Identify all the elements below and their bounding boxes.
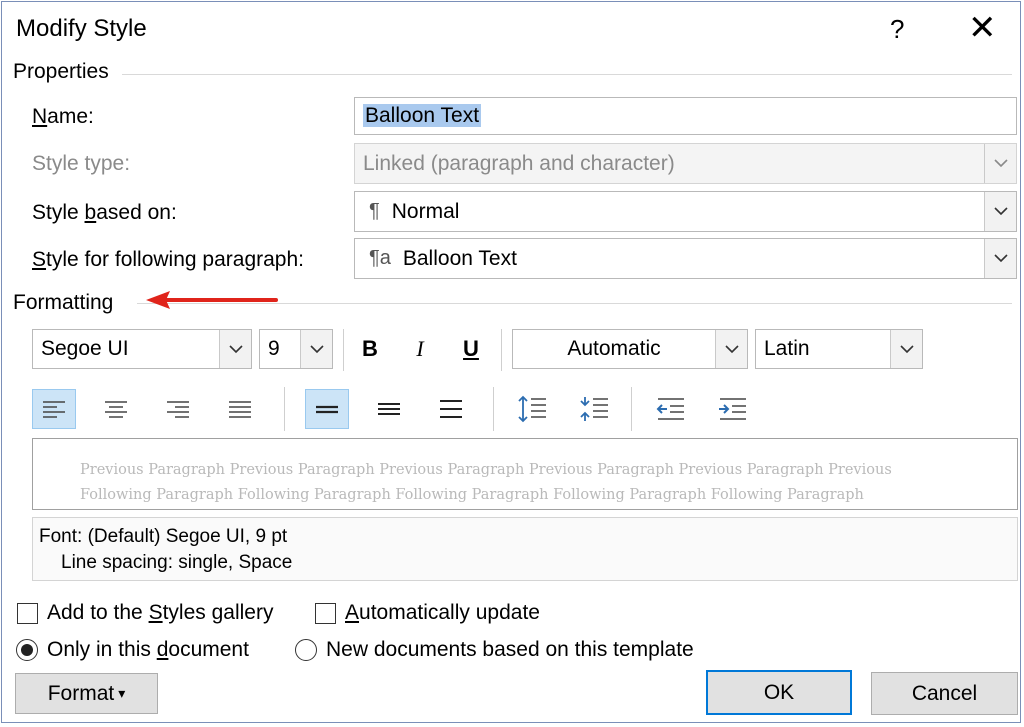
toolbar-separator xyxy=(501,329,502,371)
script-select[interactable]: Latin xyxy=(755,329,923,369)
format-button-label: Format xyxy=(47,681,115,705)
modify-style-dialog: Modify Style ? ✕ Properties Name: Balloo… xyxy=(1,1,1021,723)
chevron-down-icon[interactable] xyxy=(984,192,1016,231)
name-label-text: ame: xyxy=(47,105,94,128)
toolbar-separator xyxy=(343,329,344,371)
style-type-label: Style type: xyxy=(32,152,131,175)
based-on-label-accel: b xyxy=(84,201,97,224)
space-before-icon[interactable] xyxy=(510,389,554,429)
name-label: Name: xyxy=(32,105,94,129)
only-doc-label-pre: Only in this xyxy=(47,638,157,661)
increase-indent-icon[interactable] xyxy=(710,389,754,429)
format-button[interactable]: Format ▾ xyxy=(15,673,158,714)
only-this-document-radio[interactable] xyxy=(16,639,38,661)
based-on-label: Style based on: xyxy=(32,201,177,225)
align-left-icon[interactable] xyxy=(32,389,76,429)
font-color-select[interactable]: Automatic xyxy=(512,329,748,369)
toolbar-separator xyxy=(493,387,494,431)
description-font: Font: (Default) Segoe UI, 9 pt xyxy=(39,526,288,547)
paragraph-style-icon: ¶ xyxy=(369,200,380,222)
chevron-down-icon[interactable] xyxy=(984,239,1016,278)
cancel-button[interactable]: Cancel xyxy=(871,672,1018,715)
based-on-select[interactable]: ¶ Normal xyxy=(354,191,1017,232)
auto-update-label-accel: A xyxy=(345,601,360,624)
font-size-select[interactable]: 9 xyxy=(259,329,333,369)
based-on-value: Normal xyxy=(391,199,460,223)
preview-previous-paragraph: Previous Paragraph Previous Paragraph Pr… xyxy=(80,462,892,478)
only-this-document-label: Only in this document xyxy=(47,638,249,662)
chevron-down-icon[interactable] xyxy=(300,330,332,368)
only-doc-label-accel: d xyxy=(156,638,169,661)
following-label-rest: tyle for following paragraph: xyxy=(46,248,304,271)
chevron-down-icon: ▾ xyxy=(118,685,126,701)
justify-icon[interactable] xyxy=(218,389,262,429)
add-to-gallery-label-accel: S xyxy=(148,601,163,624)
decrease-indent-icon[interactable] xyxy=(648,389,692,429)
underline-button[interactable]: U xyxy=(455,333,487,365)
radio-selected-dot xyxy=(21,644,33,656)
chevron-down-icon[interactable] xyxy=(890,330,922,368)
auto-update-checkbox[interactable] xyxy=(315,602,336,624)
new-documents-label: New documents based on this template xyxy=(326,638,694,661)
based-on-label-rest: ased on: xyxy=(96,201,177,224)
properties-section-label: Properties xyxy=(13,60,109,83)
add-to-gallery-checkbox[interactable] xyxy=(17,602,38,624)
properties-divider xyxy=(122,74,1012,75)
help-button[interactable]: ? xyxy=(890,14,904,45)
auto-update-option[interactable]: Automatically update xyxy=(315,601,540,625)
name-input[interactable]: Balloon Text xyxy=(354,97,1017,135)
auto-update-label: Automatically update xyxy=(345,601,540,625)
description-spacing: Line spacing: single, Space xyxy=(61,552,293,573)
one-half-spacing-icon[interactable] xyxy=(367,389,411,429)
chevron-down-icon xyxy=(984,144,1016,183)
following-value: Balloon Text xyxy=(402,246,517,270)
based-on-label-pre: Style xyxy=(32,201,85,224)
font-size-value: 9 xyxy=(268,337,280,360)
name-label-accel: N xyxy=(32,105,48,128)
formatting-section-label: Formatting xyxy=(13,291,114,314)
auto-update-label-post: utomatically update xyxy=(359,601,540,624)
toolbar-separator xyxy=(284,387,285,431)
italic-button[interactable]: I xyxy=(404,333,436,365)
style-preview: Previous Paragraph Previous Paragraph Pr… xyxy=(32,438,1018,510)
single-spacing-icon[interactable] xyxy=(305,389,349,429)
style-type-select: Linked (paragraph and character) xyxy=(354,143,1017,184)
bold-button[interactable]: B xyxy=(354,333,386,365)
close-icon[interactable]: ✕ xyxy=(968,8,997,48)
align-center-icon[interactable] xyxy=(94,389,138,429)
style-description: Font: (Default) Segoe UI, 9 pt Line spac… xyxy=(32,517,1018,581)
linked-style-icon: ¶a xyxy=(369,247,391,269)
name-input-value: Balloon Text xyxy=(363,104,482,127)
double-spacing-icon[interactable] xyxy=(429,389,473,429)
space-after-icon[interactable] xyxy=(572,389,616,429)
following-select[interactable]: ¶a Balloon Text xyxy=(354,238,1017,279)
dialog-title: Modify Style xyxy=(16,15,147,42)
chevron-down-icon[interactable] xyxy=(219,330,251,368)
toolbar-separator xyxy=(631,387,632,431)
annotation-arrow-icon xyxy=(146,291,278,309)
font-color-value: Automatic xyxy=(567,337,661,360)
script-value: Latin xyxy=(764,337,810,360)
ok-button[interactable]: OK xyxy=(706,670,852,715)
font-name-select[interactable]: Segoe UI xyxy=(32,329,252,369)
new-documents-radio[interactable] xyxy=(295,639,317,661)
font-name-value: Segoe UI xyxy=(41,337,129,360)
only-doc-label-post: ocument xyxy=(168,638,249,661)
new-documents-option[interactable]: New documents based on this template xyxy=(295,638,694,662)
chevron-down-icon[interactable] xyxy=(715,330,747,368)
add-to-gallery-label-post: tyles gallery xyxy=(162,601,274,624)
align-right-icon[interactable] xyxy=(156,389,200,429)
following-label: Style for following paragraph: xyxy=(32,248,304,272)
preview-following-paragraph: Following Paragraph Following Paragraph … xyxy=(80,487,864,503)
add-to-gallery-option[interactable]: Add to the Styles gallery xyxy=(17,601,273,625)
following-label-accel: S xyxy=(32,248,47,271)
only-this-document-option[interactable]: Only in this document xyxy=(16,638,249,662)
style-type-value: Linked (paragraph and character) xyxy=(363,151,675,175)
add-to-gallery-label: Add to the Styles gallery xyxy=(47,601,273,625)
add-to-gallery-label-pre: Add to the xyxy=(47,601,149,624)
